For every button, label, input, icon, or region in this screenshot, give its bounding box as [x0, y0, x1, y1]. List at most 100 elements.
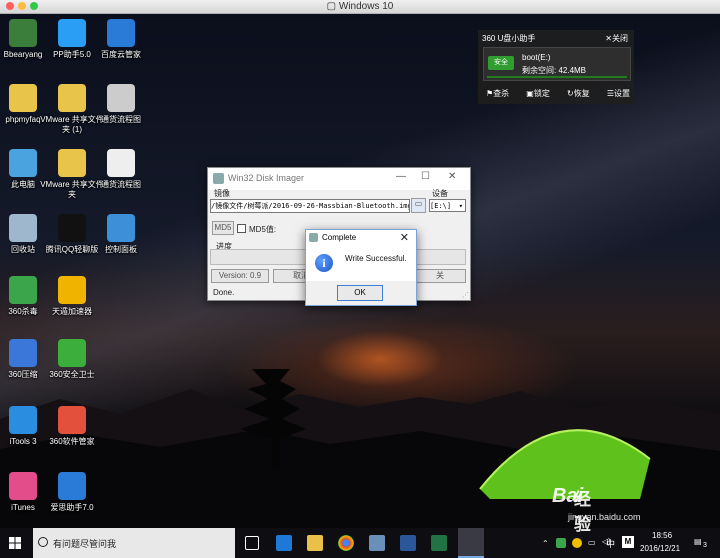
device-select[interactable]: [E:\] ▾ [429, 199, 466, 212]
close-button[interactable]: ✕ [448, 171, 456, 182]
desktop-icon-label: iTunes [11, 503, 35, 512]
tray-overflow-icon[interactable]: ⌃ [542, 539, 549, 548]
complete-dialog: Complete ✕ i Write Successful. OK [305, 229, 417, 306]
desktop-icon[interactable]: 控制面板 [89, 214, 153, 255]
desktop-icon-label: 360安全卫士 [49, 370, 95, 379]
desktop-icon-glyph [107, 19, 135, 47]
desktop-icon-glyph [9, 84, 37, 112]
tray-360-icon[interactable] [556, 538, 566, 548]
dialog-close-button[interactable]: ✕ [400, 231, 409, 244]
safe-badge: 安全 [488, 56, 514, 70]
image-label: 镜像 [214, 189, 230, 198]
scan-button[interactable]: ⚑查杀 [486, 88, 509, 99]
desktop-icon-glyph [9, 276, 37, 304]
desktop-icon-label: Bbearyang [3, 50, 43, 59]
desktop-icon-glyph [107, 84, 135, 112]
ime-language[interactable]: 中 [606, 537, 615, 550]
desktop-icon-glyph [58, 276, 86, 304]
desktop-icon-glyph [9, 339, 37, 367]
desktop-icon[interactable]: 360安全卫士 [40, 339, 104, 380]
desktop-icon-glyph [9, 406, 37, 434]
dialog-footer: OK [306, 281, 416, 305]
word-icon[interactable] [400, 535, 416, 551]
desktop-icon-label: 天遁加速器 [52, 307, 92, 316]
usb-drive-card[interactable]: 安全 boot(E:) 剩余空间: 42.4MB [483, 47, 631, 81]
desktop-icon-glyph [107, 149, 135, 177]
desktop-icon-glyph [107, 214, 135, 242]
app-titlebar[interactable]: Win32 Disk Imager — ☐ ✕ [208, 168, 470, 190]
lock-icon: ▣ [526, 89, 534, 98]
desktop-icon[interactable]: 通货流程图 [89, 84, 153, 125]
desktop-icon-glyph [58, 19, 86, 47]
ok-button[interactable]: OK [337, 285, 383, 301]
excel-icon[interactable] [431, 535, 447, 551]
task-view-icon[interactable] [245, 536, 259, 550]
minimize-button[interactable]: — [396, 171, 406, 182]
dialog-message: Write Successful. [345, 254, 407, 263]
desktop-icon[interactable]: 360软件管家 [40, 406, 104, 447]
ime-mode[interactable]: M [622, 536, 634, 548]
resize-grip-icon[interactable]: ⋰ [462, 291, 469, 299]
settings-icon: ☰ [606, 89, 614, 98]
desktop-icon-label: 控制面板 [105, 245, 137, 254]
network-icon[interactable]: ▭ [588, 538, 596, 547]
desktop-icon[interactable]: 爱思助手7.0 [40, 472, 104, 513]
host-window-title: ▢ Windows 10 [326, 1, 394, 12]
desktop-icon-glyph [58, 472, 86, 500]
disk-imager-taskbar-button[interactable] [458, 528, 484, 558]
file-explorer-icon[interactable] [307, 535, 323, 551]
md5-button[interactable]: MD5 [212, 221, 234, 235]
widget-close-button[interactable]: ✕关闭 [605, 33, 628, 44]
chevron-down-icon: ▾ [458, 202, 463, 210]
restore-button[interactable]: ↻恢复 [567, 88, 590, 99]
desktop-icon-label: phpmyfaq [5, 115, 41, 124]
drive-free-space: 剩余空间: 42.4MB [522, 66, 587, 75]
md5-label: MD5值: [249, 225, 277, 234]
landscape-silhouette [0, 369, 720, 529]
desktop-icon-label: PP助手5.0 [53, 50, 91, 59]
desktop-icon-glyph [9, 472, 37, 500]
dialog-app-icon [309, 233, 318, 242]
edge-icon[interactable] [276, 535, 292, 551]
desktop-icon-glyph [58, 149, 86, 177]
desktop-icon-label: 回收站 [11, 245, 35, 254]
watermark-brand-cn: 经验 [574, 490, 591, 534]
version-button[interactable]: Version: 0.9 [211, 269, 269, 283]
md5-checkbox[interactable] [237, 224, 246, 233]
desktop-icon-label: 爱思助手7.0 [50, 503, 94, 512]
windows-app-icon: ▢ [326, 1, 339, 12]
network-tool-icon[interactable] [369, 535, 385, 551]
desktop-icon-label: 通货流程图 [101, 115, 141, 124]
settings-button[interactable]: ☰设置 [607, 88, 630, 99]
app-title: Win32 Disk Imager [228, 173, 305, 183]
image-path-field[interactable]: /镜像文件/树莓派/2016-09-26-Massbian-Bluetooth.… [210, 199, 410, 213]
desktop-icon-label: 360软件管家 [49, 437, 95, 446]
clock-time[interactable]: 18:56 [652, 531, 672, 540]
tray-accelerator-icon[interactable] [572, 538, 582, 548]
desktop-icon[interactable]: 天遁加速器 [40, 276, 104, 317]
chrome-icon[interactable] [338, 535, 354, 551]
lock-button[interactable]: ▣锁定 [526, 88, 550, 99]
folder-browse-icon[interactable]: ▭ [411, 198, 426, 213]
cortana-icon [38, 537, 48, 547]
desktop-icon-label: 360杀毒 [8, 307, 38, 316]
widget-title: 360 U盘小助手 [482, 34, 536, 43]
action-center-icon[interactable]: ▤ [694, 537, 702, 546]
desktop-icon-glyph [9, 214, 37, 242]
clock-date[interactable]: 2016/12/21 [640, 544, 680, 553]
dialog-titlebar[interactable]: Complete ✕ [306, 230, 416, 246]
start-button[interactable] [9, 537, 21, 549]
maximize-button[interactable]: ☐ [421, 171, 430, 182]
desktop-icon-label: iTools 3 [9, 437, 37, 446]
restore-icon: ↻ [566, 89, 574, 98]
taskbar: 有问题尽管问我 ⌃ ▭ ◁) 中 M 18:56 2016/12/21 ▤ 3 [0, 528, 720, 558]
cortana-search-box[interactable]: 有问题尽管问我 [33, 528, 235, 558]
exit-button[interactable]: 关 [414, 269, 466, 283]
desktop-icon-glyph [58, 84, 86, 112]
desktop-icon[interactable]: 通货流程图 [89, 149, 153, 190]
desktop-icon-label: 此电脑 [11, 180, 35, 189]
desktop-icon-glyph [58, 339, 86, 367]
desktop-icon[interactable]: 百度云管家 [89, 19, 153, 60]
dialog-title: Complete [322, 233, 357, 242]
host-titlebar: ▢ Windows 10 [0, 0, 720, 14]
